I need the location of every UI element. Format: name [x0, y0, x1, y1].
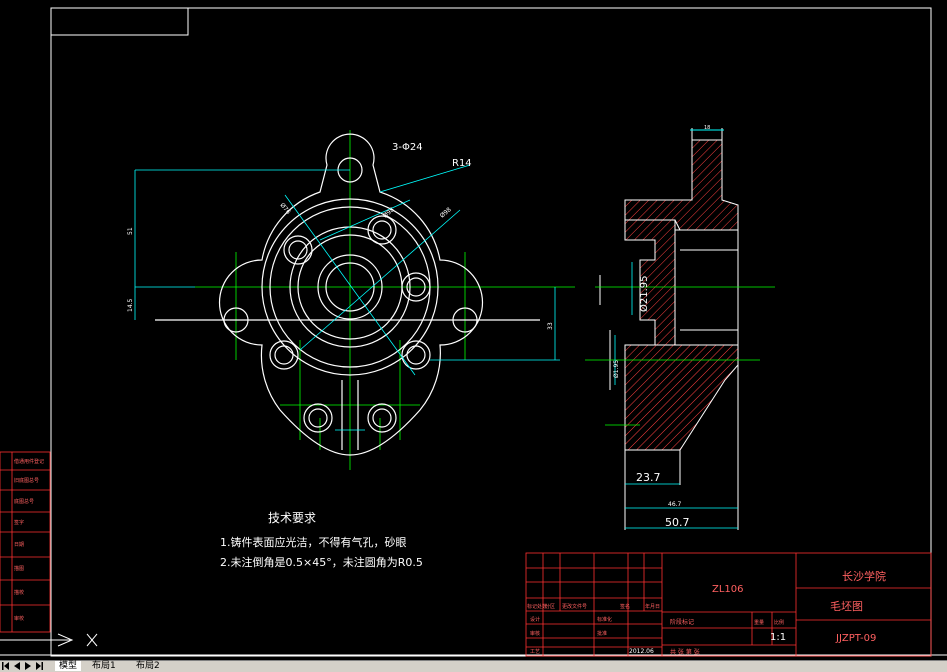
- strip-r2: 旧底图总号: [14, 477, 39, 484]
- tb-part-name: 毛坯图: [830, 600, 863, 613]
- tb-standard: 标准化: [597, 616, 612, 623]
- strip-r4: 签字: [14, 519, 24, 526]
- tb-ratio: 比例: [774, 619, 784, 626]
- tab-model[interactable]: 模型: [55, 661, 82, 671]
- strip-r8: 审校: [14, 615, 24, 622]
- layout-tab-bar: 模型 布局1 布局2: [0, 660, 947, 672]
- tb-school: 长沙学院: [842, 569, 886, 583]
- dim-height-a: 51: [127, 227, 134, 235]
- tech-title: 技术要求: [268, 511, 316, 525]
- first-tab-icon[interactable]: [2, 662, 10, 670]
- dim-d-a: Ø76: [278, 202, 291, 216]
- tb-hdr-sign: 签名: [620, 603, 630, 610]
- prev-tab-icon[interactable]: [13, 662, 21, 670]
- dim-len-b: 46.7: [668, 501, 682, 508]
- strip-r5: 日期: [14, 542, 24, 548]
- dim-len-c: 50.7: [665, 516, 690, 529]
- tb-stage: 阶段标记: [670, 618, 694, 626]
- tb-check: 审核: [530, 630, 540, 637]
- dim-dia-b: Ø1.95: [613, 360, 620, 378]
- section-view: 18 Ø21.95 Ø1.95 23.7 46.7 50.7: [585, 125, 775, 530]
- strip-r7: 描校: [14, 589, 24, 596]
- tb-design: 设计: [530, 616, 540, 623]
- last-tab-icon[interactable]: [35, 662, 43, 670]
- tb-approve: 批准: [597, 630, 607, 637]
- dim-radius: R14: [452, 158, 472, 169]
- tb-drawing-no: JJZPT-09: [835, 633, 876, 644]
- strip-r1: 借通用件登记: [14, 458, 44, 465]
- tab-layout1[interactable]: 布局1: [92, 661, 116, 671]
- dim-holes-note: 3-Φ24: [392, 142, 423, 153]
- dim-len-a: 23.7: [636, 471, 661, 484]
- tb-hdr-doc: 更改文件号: [562, 603, 587, 610]
- dim-dia-a: Ø21.95: [638, 276, 650, 313]
- dim-height-c: 33: [547, 322, 554, 330]
- drawing-frame: [0, 7, 947, 657]
- cad-drawing-canvas[interactable]: 借通用件登记 旧底图总号 底图总号 签字 日期 描图 描校 审校 3-Φ24 R…: [0, 0, 947, 660]
- ucs-icon: [0, 633, 98, 647]
- tb-sheet: 共 张 第 张: [670, 648, 700, 656]
- tb-date: 2012.06: [629, 648, 654, 655]
- tab-layout2[interactable]: 布局2: [136, 661, 160, 671]
- technical-requirements: 技术要求 1.铸件表面应光洁，不得有气孔，砂眼 2.未注倒角是0.5×45°，未…: [220, 511, 423, 569]
- tb-weight: 重量: [754, 619, 764, 626]
- tb-material: ZL106: [712, 584, 744, 595]
- tb-scale: 1:1: [770, 632, 786, 643]
- front-view: 3-Φ24 R14 Ø76 Ø98 Ø98 51 14.5 33: [127, 130, 575, 470]
- dim-top-width: 18: [704, 125, 710, 131]
- strip-r3: 底图总号: [14, 498, 34, 505]
- strip-r6: 描图: [14, 565, 24, 572]
- tech-line1: 1.铸件表面应光洁，不得有气孔，砂眼: [220, 535, 407, 549]
- dim-d-c: Ø98: [439, 206, 453, 219]
- tb-craft: 工艺: [530, 649, 540, 655]
- tb-hdr-date: 年月日: [645, 603, 660, 610]
- next-tab-icon[interactable]: [24, 662, 32, 670]
- tb-hdr-zone: 分区: [545, 603, 555, 610]
- dim-height-b: 14.5: [127, 298, 134, 312]
- tech-line2: 2.未注倒角是0.5×45°，未注圆角为R0.5: [220, 555, 423, 569]
- tb-hdr-mark: 标记处数: [527, 603, 547, 610]
